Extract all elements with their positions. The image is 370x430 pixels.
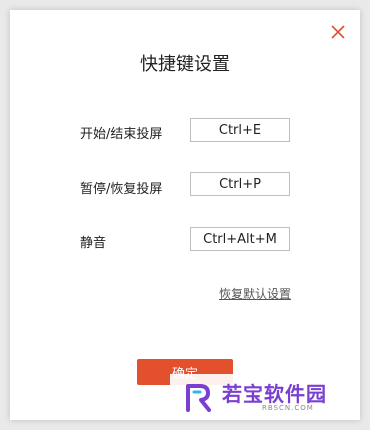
shortcut-field-start-stop[interactable] bbox=[190, 118, 290, 142]
shortcut-field-pause-resume[interactable] bbox=[190, 172, 290, 196]
shortcut-settings-dialog: 快捷键设置 开始/结束投屏 暂停/恢复投屏 静音 恢复默认设置 确定 bbox=[10, 10, 360, 420]
shortcut-label-mute: 静音 bbox=[80, 236, 107, 251]
watermark-name: 若宝软件园 bbox=[222, 382, 327, 406]
dialog-title: 快捷键设置 bbox=[140, 54, 230, 75]
shortcut-field-mute[interactable] bbox=[190, 227, 290, 251]
watermark-site: RBSCN.COM bbox=[262, 404, 314, 412]
watermark: 若宝软件园 RBSCN.COM bbox=[170, 374, 360, 420]
shortcut-label-pause-resume: 暂停/恢复投屏 bbox=[80, 182, 163, 197]
restore-defaults-link[interactable]: 恢复默认设置 bbox=[219, 285, 291, 302]
shortcut-label-start-stop: 开始/结束投屏 bbox=[80, 127, 163, 142]
close-icon[interactable] bbox=[330, 24, 346, 40]
rbscn-logo-icon bbox=[186, 384, 211, 412]
